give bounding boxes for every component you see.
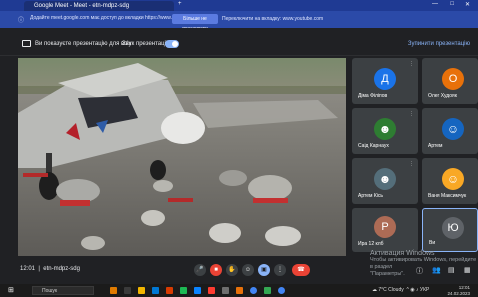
jet-image bbox=[18, 58, 346, 256]
stop-presenting-button[interactable]: Зупинити презентацію bbox=[408, 41, 470, 47]
participant-name: Ира 12 клб bbox=[358, 241, 384, 247]
avatar: ☺ bbox=[442, 168, 464, 190]
avatar: ☻ bbox=[374, 118, 396, 140]
presenting-bar: Ви показуєте презентацію для всіх Звук п… bbox=[0, 28, 478, 56]
browser-titlebar: Google Meet - Meet - etn-mdpz-sdg + — □ … bbox=[0, 0, 478, 11]
close-window-button[interactable]: ✕ bbox=[465, 1, 470, 8]
participant-name: Артем bbox=[428, 143, 443, 149]
avatar: ☻ bbox=[374, 168, 396, 190]
participant-name: Діма Філіпов bbox=[358, 93, 388, 99]
tab-title: Google Meet - Meet - etn-mdpz-sdg bbox=[34, 3, 130, 9]
share-audio-label: Звук презентації bbox=[122, 41, 168, 47]
app-icon[interactable] bbox=[236, 287, 243, 294]
participant-name: Артем Кісь bbox=[358, 193, 383, 199]
avatar: О bbox=[442, 68, 464, 90]
store-icon[interactable] bbox=[152, 287, 159, 294]
info-icon: ⓘ bbox=[18, 18, 25, 24]
hide-infobar-button[interactable]: Більше не показувати bbox=[172, 14, 218, 32]
chrome-icon[interactable] bbox=[278, 287, 285, 294]
browser-tab[interactable]: Google Meet - Meet - etn-mdpz-sdg bbox=[24, 1, 174, 11]
share-audio-toggle[interactable] bbox=[165, 40, 179, 48]
app-icon[interactable] bbox=[180, 287, 187, 294]
avatar: ☺ bbox=[442, 118, 464, 140]
taskbar-search[interactable]: Пошук bbox=[32, 286, 94, 295]
new-tab-button[interactable]: + bbox=[178, 1, 182, 7]
raise-hand-icon[interactable]: ✋ bbox=[226, 264, 238, 276]
minimize-button[interactable]: — bbox=[432, 1, 438, 7]
office-icon[interactable] bbox=[166, 287, 173, 294]
avatar: Ю bbox=[442, 217, 464, 239]
participant-tile[interactable]: ☺ Артем bbox=[422, 108, 478, 154]
more-icon[interactable]: ⋮ bbox=[409, 161, 414, 167]
maximize-button[interactable]: □ bbox=[450, 1, 454, 7]
more-options-icon[interactable]: ⋮ bbox=[274, 264, 286, 276]
start-icon[interactable]: ⊞ bbox=[8, 286, 14, 294]
camera-off-icon[interactable]: ■ bbox=[210, 264, 222, 276]
app-icon[interactable] bbox=[110, 287, 117, 294]
meeting-time: 12:01 | etn-mdpz-sdg bbox=[20, 266, 80, 272]
self-tile[interactable]: Ю Ви bbox=[422, 208, 478, 252]
switch-tab-button[interactable]: Переключити на вкладку: www.youtube.com bbox=[222, 14, 323, 24]
participant-tile[interactable]: Д ⋮ Діма Філіпов bbox=[352, 58, 418, 104]
more-icon[interactable]: ⋮ bbox=[409, 111, 414, 117]
meeting-code: etn-mdpz-sdg bbox=[43, 266, 80, 272]
mic-icon[interactable]: 🎤 bbox=[194, 264, 206, 276]
participant-tile[interactable]: ☻ ⋮ Саід Карнаух bbox=[352, 108, 418, 154]
app-icon[interactable] bbox=[222, 287, 229, 294]
avatar: Д bbox=[374, 68, 396, 90]
participant-name: Ви bbox=[429, 240, 436, 246]
more-icon[interactable]: ⋮ bbox=[409, 61, 414, 67]
taskbar-clock[interactable]: 12:01 24.02.2023 bbox=[447, 285, 470, 296]
emoji-icon[interactable]: ☺ bbox=[242, 264, 254, 276]
participant-name: Олег Худояк bbox=[428, 93, 457, 99]
shared-screen bbox=[18, 58, 346, 256]
present-screen-icon bbox=[22, 40, 31, 47]
avatar: Р bbox=[374, 216, 396, 238]
present-icon[interactable]: ▣ bbox=[258, 264, 270, 276]
app-icon[interactable] bbox=[208, 287, 215, 294]
windows-taskbar: ⊞ Пошук ☁ 7°C Cloudy ^ ◉ ♪ УКР 12:01 24.… bbox=[0, 284, 478, 297]
end-call-icon[interactable]: ☎ bbox=[292, 264, 310, 276]
participant-name: Ваня Максимчук bbox=[428, 193, 467, 199]
participant-tile[interactable]: ☺ Ваня Максимчук bbox=[422, 158, 478, 204]
participant-tile[interactable]: ☻ ⋮ Артем Кісь bbox=[352, 158, 418, 204]
app-icon[interactable] bbox=[194, 287, 201, 294]
chrome-icon[interactable] bbox=[250, 287, 257, 294]
weather-tray[interactable]: ☁ 7°C Cloudy ^ ◉ ♪ УКР bbox=[372, 287, 429, 293]
participant-name: Саід Карнаух bbox=[358, 143, 389, 149]
participant-tile[interactable]: Р Ира 12 клб bbox=[352, 208, 418, 252]
presenting-label: Ви показуєте презентацію для всіх bbox=[35, 41, 132, 47]
taskview-icon[interactable] bbox=[124, 287, 131, 294]
windows-activation-watermark: Активация Windows Чтобы активировать Win… bbox=[370, 250, 477, 277]
app-icon[interactable] bbox=[264, 287, 271, 294]
participant-tile[interactable]: О Олег Худояк bbox=[422, 58, 478, 104]
share-infobar: ⓘ Додайте meet.google.com має доступ до … bbox=[0, 11, 478, 32]
explorer-icon[interactable] bbox=[138, 287, 145, 294]
